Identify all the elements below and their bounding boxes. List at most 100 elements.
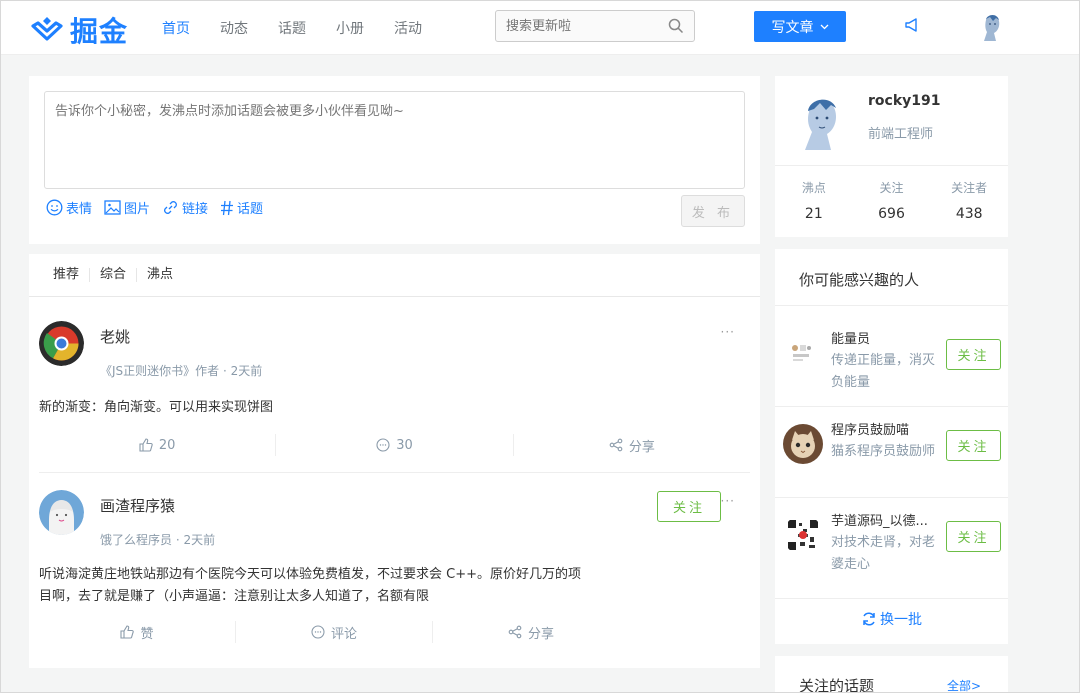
image-icon [104, 200, 121, 215]
person-avatar[interactable] [783, 333, 823, 373]
author-meta: 《JS正则迷你书》作者 · 2天前 [100, 364, 263, 378]
tab-pins[interactable]: 沸点 [137, 268, 183, 282]
share-button[interactable]: 分享 [433, 621, 629, 643]
suggested-person: 程序员鼓励喵 猫系程序员鼓励师 关注 [775, 406, 1008, 496]
comment-icon [311, 625, 325, 639]
like-count: 20 [158, 437, 176, 453]
suggested-title: 你可能感兴趣的人 [799, 271, 920, 289]
topic-tool[interactable]: 话题 [220, 198, 263, 217]
write-article-button[interactable]: 写文章 [754, 11, 846, 42]
pin-textarea[interactable] [44, 91, 745, 189]
post-actions: 赞 评论 分享 [39, 621, 629, 643]
person-avatar[interactable] [783, 515, 823, 555]
comment-button[interactable]: 评论 [236, 621, 433, 643]
follow-button[interactable]: 关注 [946, 430, 1001, 461]
composer-tools: 表情 图片 链接 话题 [46, 198, 263, 217]
refresh-button[interactable]: 换一批 [775, 609, 1008, 629]
pin-composer: 表情 图片 链接 话题 发 布 [29, 76, 760, 244]
person-desc: 对技术走肾，对老婆走心 [831, 535, 936, 572]
link-label: 链接 [182, 202, 209, 217]
nav-home[interactable]: 首页 [162, 18, 190, 38]
profile-stats: 沸点 21 关注 696 关注者 438 [775, 165, 1008, 222]
nav-activity[interactable]: 动态 [220, 18, 248, 38]
juejin-logo[interactable]: 掘金 [30, 10, 128, 50]
post-content: 新的渐变：角向渐变。可以用来实现饼图 [39, 400, 274, 415]
emoji-icon [46, 199, 63, 216]
image-tool[interactable]: 图片 [104, 198, 150, 217]
share-icon [508, 625, 522, 639]
author-name[interactable]: 画渣程序猿 [100, 495, 175, 516]
post-content: 听说海淀黄庄地铁站那边有个医院今天可以体验免费植发，不过要求会 C++。原价好几… [39, 564, 581, 608]
share-label: 分享 [628, 439, 655, 455]
tab-all[interactable]: 综合 [90, 268, 138, 282]
like-label: 赞 [140, 626, 154, 642]
nav-topics[interactable]: 话题 [278, 18, 306, 38]
divider [775, 598, 1008, 599]
author-name[interactable]: 老姚 [100, 326, 130, 347]
stat-label: 关注者 [951, 181, 988, 195]
user-avatar[interactable] [978, 12, 1006, 42]
stat-label: 沸点 [801, 181, 826, 195]
person-desc: 猫系程序员鼓励师 [831, 444, 936, 459]
post-content-line: 目啊，去了就是赚了（小声逼逼：注意别让太多人知道了，名额有限 [39, 589, 430, 604]
image-label: 图片 [124, 202, 151, 217]
more-options-icon[interactable]: ··· [721, 325, 735, 339]
publish-button[interactable]: 发 布 [681, 195, 745, 227]
more-options-icon[interactable]: ··· [721, 494, 735, 508]
nav-books[interactable]: 小册 [336, 18, 364, 38]
hashtag-icon [221, 200, 234, 215]
stat-label: 关注 [879, 181, 904, 195]
search-icon[interactable] [668, 18, 684, 34]
person-name[interactable]: 程序员鼓励喵 [831, 419, 941, 438]
stat-value: 696 [878, 206, 905, 222]
top-header: 掘金 首页 动态 话题 小册 活动 写文章 [0, 0, 1080, 55]
follow-button[interactable]: 关注 [946, 339, 1001, 370]
share-icon [609, 438, 623, 452]
profile-avatar[interactable] [797, 94, 847, 150]
emoji-tool[interactable]: 表情 [46, 198, 92, 217]
tab-recommended[interactable]: 推荐 [43, 268, 91, 282]
comment-icon [376, 438, 390, 452]
post-content-line: 听说海淀黄庄地铁站那边有个医院今天可以体验免费植发，不过要求会 C++。原价好几… [39, 567, 581, 582]
comment-button[interactable]: 30 [276, 434, 514, 456]
search-box [495, 10, 695, 42]
refresh-icon [863, 612, 875, 626]
follow-button[interactable]: 关注 [946, 521, 1001, 552]
divider [775, 305, 1008, 306]
thumbs-up-icon [139, 438, 153, 452]
main-nav: 首页 动态 话题 小册 活动 [162, 18, 452, 38]
like-button[interactable]: 20 [39, 434, 277, 456]
nav-events[interactable]: 活动 [394, 18, 422, 38]
stat-pins[interactable]: 沸点 21 [775, 179, 853, 222]
like-button[interactable]: 赞 [39, 621, 236, 643]
topics-all-link[interactable]: 全部> [947, 677, 981, 693]
link-tool[interactable]: 链接 [162, 198, 208, 217]
author-avatar[interactable] [39, 321, 84, 366]
follow-button[interactable]: 关注 [657, 491, 721, 522]
suggested-people: 你可能感兴趣的人 能量员 传递正能量，消灭负能量 关注 程序员鼓励喵 猫系程序员… [775, 249, 1008, 644]
refresh-label: 换一批 [880, 612, 922, 628]
write-article-label: 写文章 [771, 19, 814, 36]
thumbs-up-icon [120, 625, 135, 639]
stat-following[interactable]: 关注 696 [853, 179, 931, 222]
comment-count: 30 [396, 437, 413, 453]
feed-tabs: 推荐 综合 沸点 [29, 254, 760, 297]
share-label: 分享 [527, 626, 554, 642]
notification-icon[interactable] [904, 17, 920, 33]
search-input[interactable] [496, 11, 656, 41]
juejin-logo-icon [31, 17, 63, 41]
profile-name[interactable]: rocky191 [868, 93, 940, 109]
person-avatar[interactable] [783, 424, 823, 464]
person-name[interactable]: 芋道源码_以德... [831, 510, 941, 529]
pin-feed: 推荐 综合 沸点 老姚 《JS正则迷你书》作者 · 2天前 ··· 新的渐变：角… [29, 254, 760, 668]
stat-value: 21 [804, 206, 823, 222]
comment-label: 评论 [330, 626, 357, 642]
topics-title: 关注的话题 [799, 677, 875, 693]
link-icon [164, 201, 177, 214]
stat-followers[interactable]: 关注者 438 [930, 179, 1008, 222]
person-desc: 传递正能量，消灭负能量 [831, 353, 936, 390]
person-name[interactable]: 能量员 [831, 328, 941, 347]
topic-label: 话题 [237, 202, 264, 217]
share-button[interactable]: 分享 [514, 434, 750, 456]
author-avatar[interactable] [39, 490, 84, 535]
